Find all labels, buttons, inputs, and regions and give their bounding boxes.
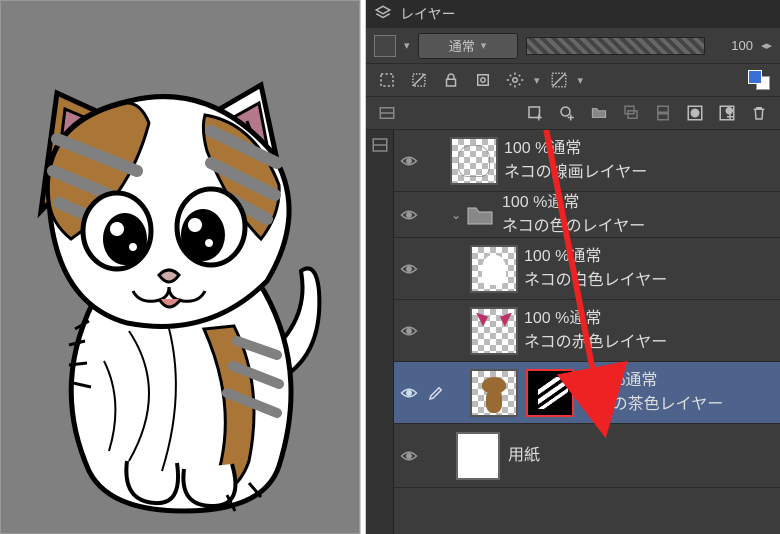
artwork-cat — [9, 31, 349, 521]
new-vector-layer-icon[interactable] — [554, 101, 580, 125]
layer-thumbnail[interactable] — [450, 137, 498, 185]
layers-panel: レイヤー ▾ 通常 ▾ 100 ◂▸ ▾ ▾ — [366, 0, 780, 534]
layer-row-folder[interactable]: ⌄ 100 %通常 ネコの色のレイヤー — [394, 192, 780, 238]
eye-icon[interactable] — [400, 450, 418, 462]
settings-menu-chevron-icon[interactable]: ▾ — [534, 74, 540, 87]
layer-thumbnail[interactable] — [470, 307, 518, 355]
layer-name: ネコの白色レイヤー — [524, 271, 667, 290]
lock-icon[interactable] — [438, 68, 464, 92]
folder-expander-icon[interactable]: ⌄ — [448, 208, 464, 222]
layer-thumbnail[interactable] — [470, 369, 518, 417]
chevron-down-icon: ▾ — [481, 39, 487, 52]
chip-menu-chevron-icon[interactable]: ▾ — [404, 39, 410, 52]
layer-name: ネコの線画レイヤー — [504, 163, 647, 182]
opacity-value: 100 — [713, 38, 753, 53]
layer-name: ネコの色のレイヤー — [502, 217, 645, 236]
layer-row-red[interactable]: 100 %通常 ネコの赤色レイヤー — [394, 300, 780, 362]
layer-list: 100 %通常 ネコの線画レイヤー ⌄ 100 %通常 ネコの色のレイヤー — [394, 130, 780, 534]
new-folder-icon[interactable] — [586, 101, 612, 125]
blend-mode-select[interactable]: 通常 ▾ — [418, 33, 518, 59]
eye-icon[interactable] — [400, 263, 418, 275]
two-pane-icon[interactable] — [369, 134, 391, 156]
eye-icon[interactable] — [400, 155, 418, 167]
eye-icon[interactable] — [400, 325, 418, 337]
mask-icon[interactable] — [682, 101, 708, 125]
layer-thumbnail[interactable] — [470, 245, 518, 293]
layer-settings-icon[interactable] — [502, 68, 528, 92]
new-raster-layer-icon[interactable] — [522, 101, 548, 125]
lock-transparent-icon[interactable] — [406, 68, 432, 92]
blend-mode-value: 通常 — [449, 36, 475, 55]
paper-thumbnail[interactable] — [456, 432, 500, 480]
delete-layer-icon[interactable] — [746, 101, 772, 125]
layer-blend-label: 100 %通常 — [524, 309, 667, 328]
fg-bg-color-swatch[interactable] — [746, 68, 772, 92]
layer-mask-thumbnail[interactable] — [526, 369, 574, 417]
folder-icon — [466, 204, 494, 226]
eye-icon[interactable] — [400, 209, 418, 221]
layer-row-paper[interactable]: 用紙 — [394, 424, 780, 488]
layer-tools-row-1: ▾ ▾ — [366, 64, 780, 97]
panel-left-strip — [366, 130, 394, 534]
effect-icon[interactable] — [546, 68, 572, 92]
layer-tools-row-2 — [366, 97, 780, 130]
canvas-viewport[interactable] — [0, 0, 360, 534]
draft-pencil-icon[interactable] — [424, 384, 448, 402]
merge-down-icon[interactable] — [650, 101, 676, 125]
blend-opacity-row: ▾ 通常 ▾ 100 ◂▸ — [366, 28, 780, 64]
layer-name: ネコの茶色レイヤー — [580, 395, 723, 414]
layer-blend-label: 100 %通常 — [524, 247, 667, 266]
eye-icon[interactable] — [400, 387, 418, 399]
panel-view-icon[interactable] — [374, 101, 400, 125]
marquee-icon[interactable] — [374, 68, 400, 92]
layer-name: ネコの赤色レイヤー — [524, 333, 667, 352]
opacity-stepper-icon[interactable]: ◂▸ — [761, 39, 772, 52]
reference-layer-icon[interactable] — [470, 68, 496, 92]
effect-menu-chevron-icon[interactable]: ▾ — [578, 74, 584, 87]
transfer-down-icon[interactable] — [618, 101, 644, 125]
panel-title: レイヤー — [400, 4, 456, 24]
layer-row-lineart[interactable]: 100 %通常 ネコの線画レイヤー — [394, 130, 780, 192]
panel-header: レイヤー — [366, 0, 780, 28]
opacity-slider[interactable] — [526, 37, 705, 55]
layer-row-white[interactable]: 100 %通常 ネコの白色レイヤー — [394, 238, 780, 300]
layer-name: 用紙 — [508, 446, 540, 465]
layer-blend-label: 100 %通常 — [504, 139, 647, 158]
layer-row-brown[interactable]: 100 %通常 ネコの茶色レイヤー — [394, 362, 780, 424]
apply-mask-icon[interactable] — [714, 101, 740, 125]
layer-color-chip[interactable] — [374, 35, 396, 57]
layers-icon — [374, 4, 392, 25]
layer-blend-label: 100 %通常 — [580, 371, 723, 390]
layer-blend-label: 100 %通常 — [502, 193, 645, 212]
